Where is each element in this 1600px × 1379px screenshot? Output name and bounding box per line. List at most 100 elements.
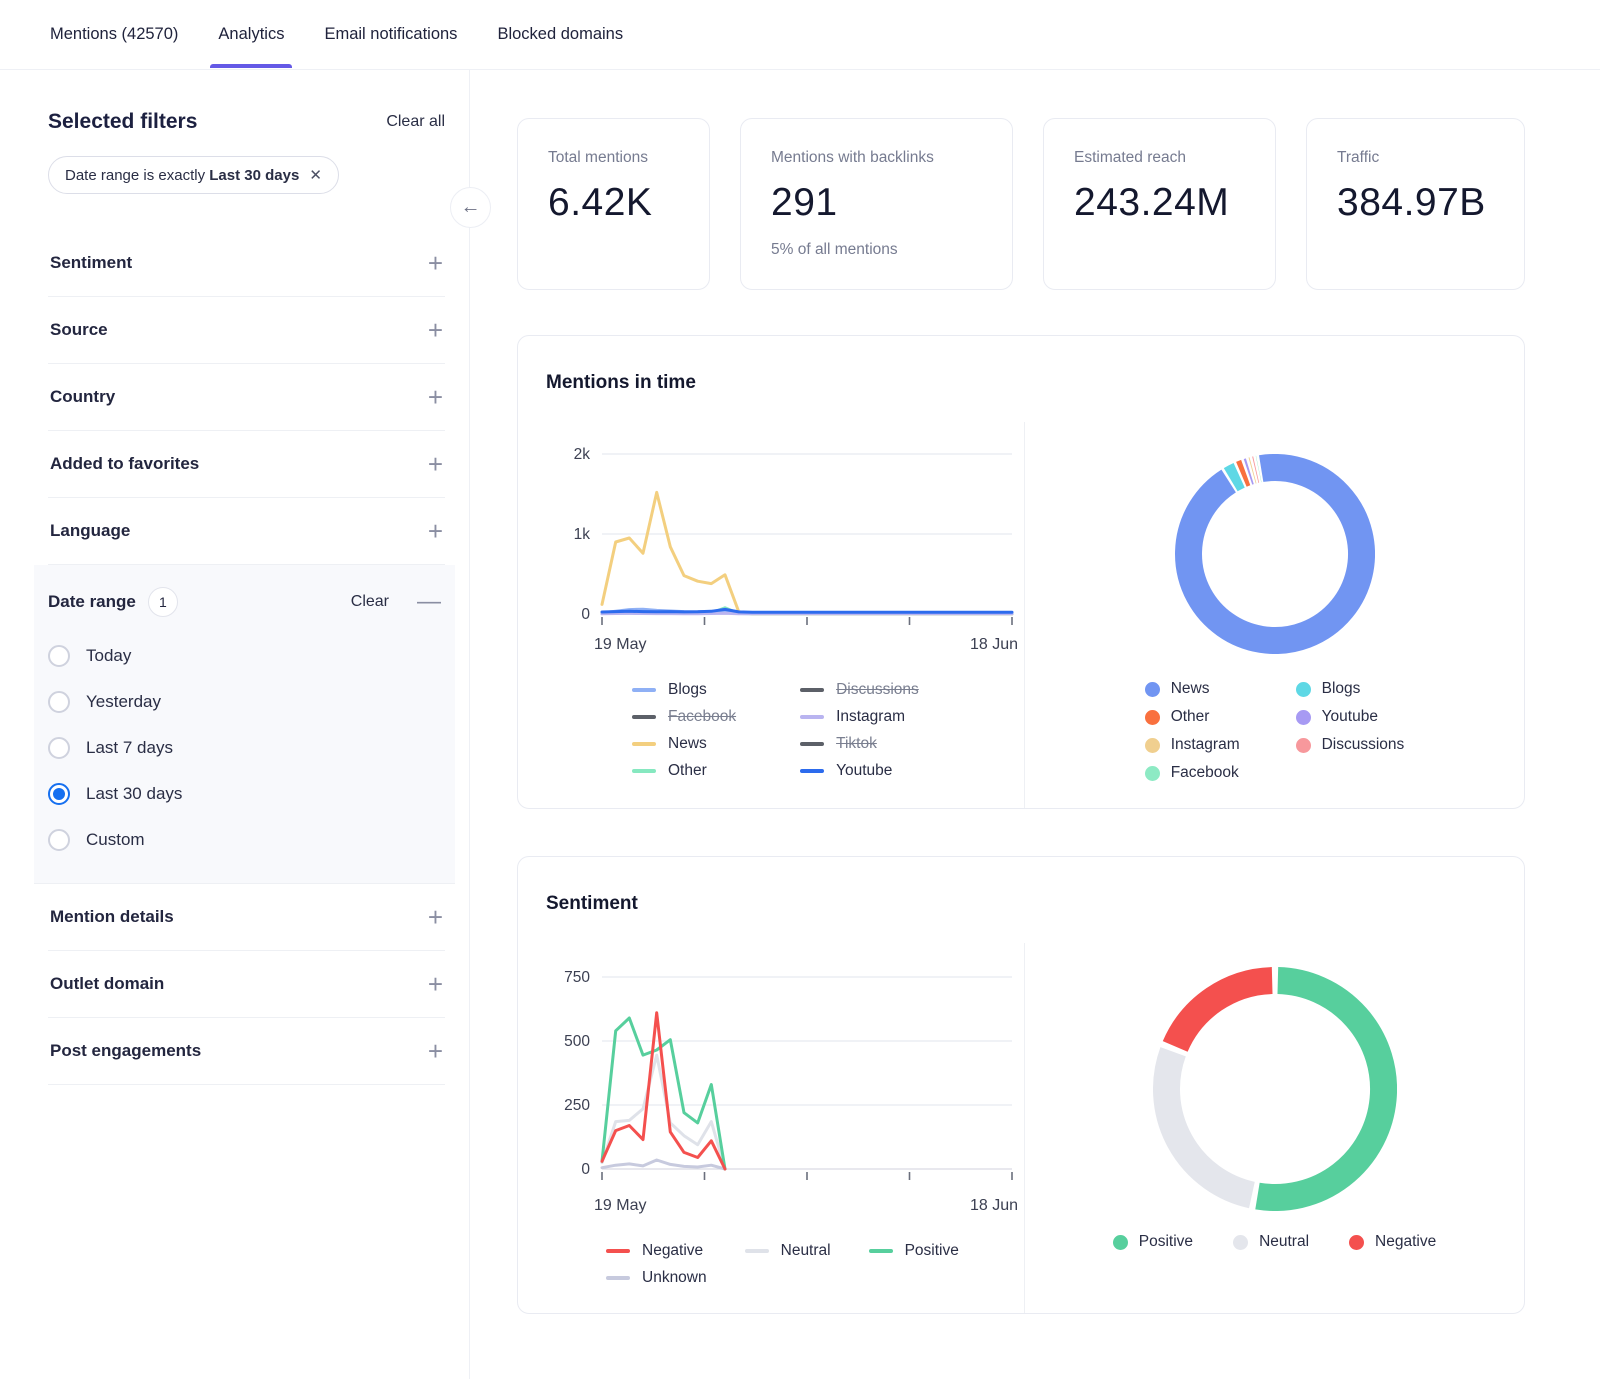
legend-label: Discussions [1322,736,1405,754]
legend-item-youtube[interactable]: Youtube [800,762,919,780]
expand-plus-icon[interactable]: + [428,976,443,992]
expand-plus-icon[interactable]: + [428,456,443,472]
svg-text:0: 0 [581,606,590,623]
collapse-section-icon[interactable]: — [417,588,441,616]
legend-item-discussions[interactable]: Discussions [1296,736,1405,754]
date-range-option-last-30-days[interactable]: Last 30 days [48,771,443,817]
mentions-in-time-card: Mentions in time 01k2k19 May18 Jun Blogs… [517,335,1525,809]
legend-item-instagram[interactable]: Instagram [800,708,919,726]
legend-item-news[interactable]: News [632,735,736,753]
legend-label: Other [1171,708,1210,726]
sidebar-collapse-button[interactable]: ← [450,187,491,228]
legend-dot-swatch [1296,682,1311,697]
expand-plus-icon[interactable]: + [428,255,443,271]
date-range-option-custom[interactable]: Custom [48,817,443,863]
filter-section-label: Post engagements [50,1041,201,1061]
radio-button[interactable] [48,645,70,667]
filter-section-country[interactable]: Country+ [48,364,445,431]
legend-label: Discussions [836,681,919,699]
clear-all-button[interactable]: Clear all [386,113,445,131]
radio-button[interactable] [48,829,70,851]
legend-item-negative[interactable]: Negative [606,1242,707,1260]
filter-chip-date-range[interactable]: Date range is exactly Last 30 days ✕ [48,156,339,194]
legend-label: Neutral [781,1242,831,1260]
legend-label: Blogs [668,681,707,699]
sentiment-line-chart: 025050075019 May18 Jun [544,955,1024,1217]
filters-sidebar: Selected filters Clear all Date range is… [0,70,470,1379]
legend-item-instagram[interactable]: Instagram [1145,736,1240,754]
legend-item-positive[interactable]: Positive [1113,1233,1193,1251]
sentiment-card-title: Sentiment [518,857,1524,943]
filter-section-mention-details[interactable]: Mention details+ [48,884,445,951]
legend-dot-swatch [1145,710,1160,725]
stat-card-estimated-reach: Estimated reach243.24M [1043,118,1276,290]
filter-section-source[interactable]: Source+ [48,297,445,364]
tab-analytics[interactable]: Analytics [216,1,286,68]
radio-label: Today [86,646,131,666]
filter-section-post-engagements[interactable]: Post engagements + [48,1018,445,1085]
legend-item-unknown[interactable]: Unknown [606,1269,707,1287]
filter-section-sentiment[interactable]: Sentiment+ [48,230,445,297]
legend-item-facebook[interactable]: Facebook [632,708,736,726]
radio-label: Last 7 days [86,738,173,758]
legend-item-blogs[interactable]: Blogs [1296,680,1405,698]
stat-card-mentions-with-backlinks: Mentions with backlinks2915% of all ment… [740,118,1013,290]
date-range-option-last-7-days[interactable]: Last 7 days [48,725,443,771]
legend-item-negative[interactable]: Negative [1349,1233,1436,1251]
legend-label: Blogs [1322,680,1361,698]
stat-label: Estimated reach [1074,149,1245,167]
filter-section-outlet-domain[interactable]: Outlet domain + [48,951,445,1018]
stat-card-traffic: Traffic384.97B [1306,118,1525,290]
legend-item-other[interactable]: Other [1145,708,1240,726]
legend-dot-swatch [1296,710,1311,725]
date-range-clear-button[interactable]: Clear [351,593,389,611]
date-range-count-badge: 1 [148,587,178,617]
mentions-line-chart: 01k2k19 May18 Jun [544,434,1024,656]
filter-section-added-to-favorites[interactable]: Added to favorites+ [48,431,445,498]
legend-item-other[interactable]: Other [632,762,736,780]
legend-item-neutral[interactable]: Neutral [1233,1233,1309,1251]
expand-plus-icon[interactable]: + [428,523,443,539]
radio-button[interactable] [48,737,70,759]
radio-label: Yesterday [86,692,161,712]
legend-line-swatch [632,769,656,773]
legend-item-blogs[interactable]: Blogs [632,681,736,699]
legend-line-swatch [745,1249,769,1253]
legend-label: Instagram [1171,736,1240,754]
legend-item-discussions[interactable]: Discussions [800,681,919,699]
stat-label: Mentions with backlinks [771,149,982,167]
expand-plus-icon[interactable]: + [428,1043,443,1059]
chip-remove-icon[interactable]: ✕ [309,166,322,184]
filter-section-language[interactable]: Language+ [48,498,445,565]
legend-line-swatch [800,742,824,746]
date-range-option-yesterday[interactable]: Yesterday [48,679,443,725]
legend-label: Youtube [1322,708,1378,726]
radio-button[interactable] [48,691,70,713]
date-range-option-today[interactable]: Today [48,633,443,679]
tab-email-notifications[interactable]: Email notifications [322,1,459,68]
sentiment-card: Sentiment 025050075019 May18 Jun Negativ… [517,856,1525,1314]
filter-section-label: Outlet domain [50,974,164,994]
radio-button[interactable] [48,783,70,805]
legend-line-swatch [800,688,824,692]
legend-item-facebook[interactable]: Facebook [1145,764,1240,782]
expand-plus-icon[interactable]: + [428,389,443,405]
analytics-content: Total mentions6.42KMentions with backlin… [470,70,1600,1379]
tab-blocked-domains[interactable]: Blocked domains [495,1,625,68]
expand-plus-icon[interactable]: + [428,322,443,338]
legend-item-positive[interactable]: Positive [869,1242,959,1260]
legend-line-swatch [632,742,656,746]
legend-item-news[interactable]: News [1145,680,1240,698]
expand-plus-icon[interactable]: + [428,909,443,925]
legend-line-swatch [606,1249,630,1253]
legend-item-tiktok[interactable]: Tiktok [800,735,919,753]
tab-mentions-42570-[interactable]: Mentions (42570) [48,1,180,68]
legend-item-youtube[interactable]: Youtube [1296,708,1405,726]
date-range-header[interactable]: Date range 1 Clear — [48,565,443,623]
sources-donut-chart [1175,454,1375,654]
stat-value: 384.97B [1337,181,1494,225]
svg-text:1k: 1k [574,526,591,543]
stat-value: 291 [771,181,982,225]
legend-item-neutral[interactable]: Neutral [745,1242,831,1260]
filter-chip-text: Date range is exactly Last 30 days [65,167,299,184]
